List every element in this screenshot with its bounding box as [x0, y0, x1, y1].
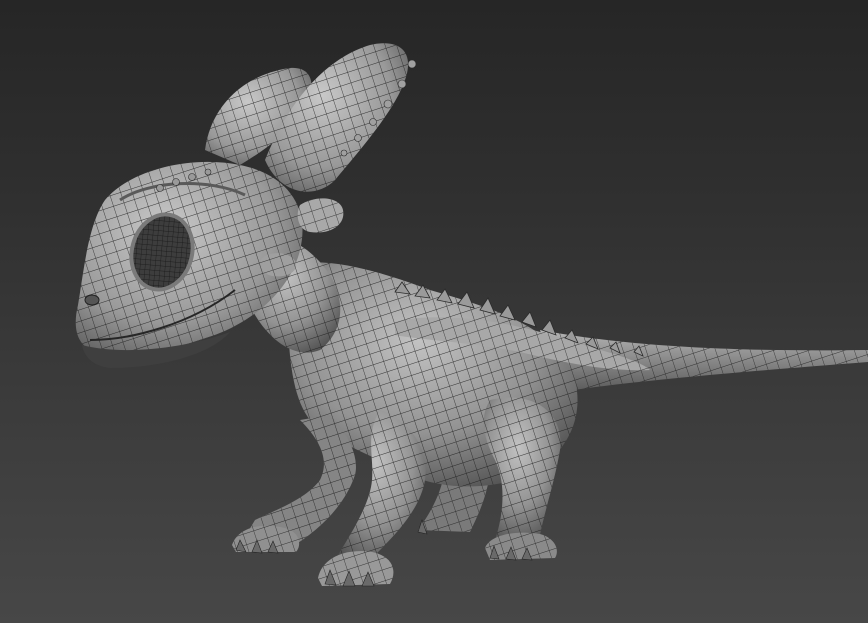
dragon-front-leg-far[interactable] — [232, 415, 356, 552]
dragon-model[interactable] — [0, 0, 868, 623]
dragon-nostril — [84, 294, 100, 306]
dragon-right-ear[interactable] — [265, 43, 409, 192]
dragon-cheek-horn-upper[interactable] — [297, 198, 344, 233]
3d-viewport[interactable] — [0, 0, 868, 623]
